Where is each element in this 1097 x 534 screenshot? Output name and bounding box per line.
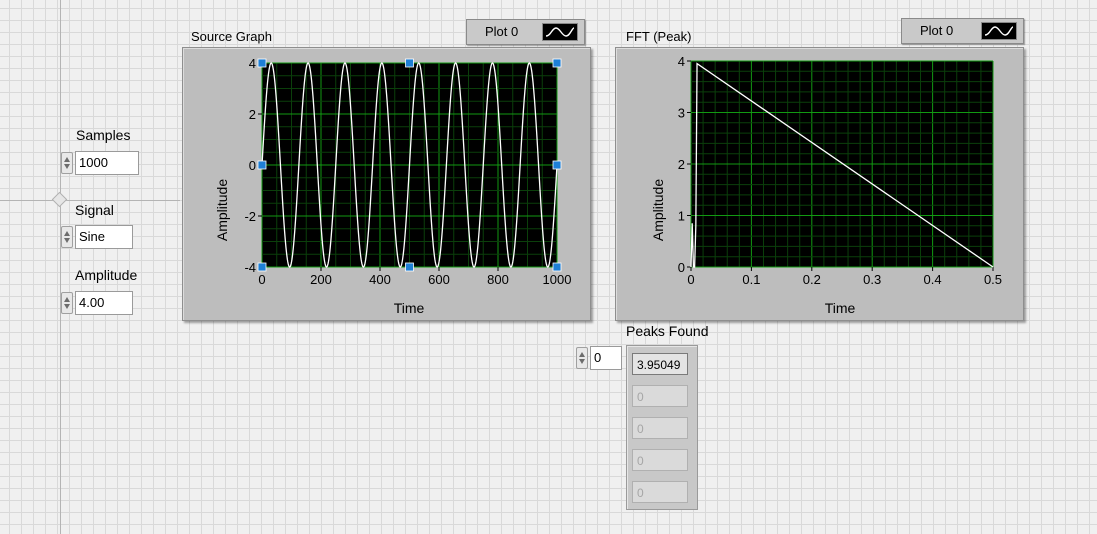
x-tick-label: 1000 [543, 272, 572, 287]
source-xlabel: Time [394, 300, 425, 316]
signal-label: Signal [75, 202, 114, 218]
fft-xlabel: Time [825, 300, 856, 316]
resize-handle[interactable] [257, 58, 267, 68]
plot-line-style-icon[interactable] [542, 23, 578, 41]
signal-select[interactable]: Sine [75, 225, 133, 249]
decrement-arrow-icon[interactable] [64, 304, 70, 309]
source-plot-legend[interactable]: Plot 0 [466, 19, 585, 45]
panel-divider-vertical [60, 0, 61, 534]
y-tick-label: 4 [249, 56, 256, 71]
fft-ylabel: Amplitude [650, 179, 666, 241]
amplitude-input[interactable]: 4.00 [75, 291, 133, 315]
signal-control[interactable]: Sine [61, 225, 133, 249]
y-tick-label: -4 [244, 260, 256, 275]
resize-handle[interactable] [257, 262, 267, 272]
increment-arrow-icon[interactable] [64, 297, 70, 302]
wire-junction [51, 191, 68, 208]
amplitude-control[interactable]: 4.00 [61, 291, 133, 315]
samples-spinner[interactable] [61, 152, 73, 174]
x-tick-label: 0.2 [803, 272, 821, 287]
y-tick-label: 0 [249, 158, 256, 173]
y-tick-label: 0 [678, 260, 685, 275]
array-element: 0 [632, 449, 688, 471]
fft-legend-label: Plot 0 [920, 23, 954, 38]
y-tick-label: 3 [678, 106, 685, 121]
signal-spinner[interactable] [61, 226, 73, 248]
array-element: 0 [632, 417, 688, 439]
x-tick-label: 600 [428, 272, 450, 287]
decrement-arrow-icon[interactable] [579, 359, 585, 364]
resize-handle[interactable] [257, 160, 267, 170]
source-graph-title: Source Graph [191, 29, 272, 44]
array-element: 0 [632, 385, 688, 407]
decrement-arrow-icon[interactable] [64, 164, 70, 169]
x-tick-label: 200 [310, 272, 332, 287]
x-tick-label: 0.1 [742, 272, 760, 287]
decrement-arrow-icon[interactable] [64, 238, 70, 243]
source-graph-plot[interactable]: Amplitude Time 0 200 400 600 800 1000 -4 -2 0 2 4 [182, 47, 589, 319]
samples-label: Samples [76, 127, 131, 143]
y-tick-label: 4 [678, 54, 685, 69]
increment-arrow-icon[interactable] [579, 352, 585, 357]
x-tick-label: 0.5 [984, 272, 1002, 287]
x-tick-label: 0.3 [863, 272, 881, 287]
x-tick-label: 0.4 [924, 272, 942, 287]
source-ylabel: Amplitude [214, 179, 230, 241]
increment-arrow-icon[interactable] [64, 231, 70, 236]
peaks-found-array: 3.95049 0 0 0 0 [626, 345, 698, 510]
y-tick-label: 2 [249, 107, 256, 122]
resize-handle[interactable] [552, 160, 562, 170]
resize-handle[interactable] [552, 262, 562, 272]
resize-handle[interactable] [405, 58, 414, 68]
y-tick-label: 2 [678, 157, 685, 172]
source-legend-label: Plot 0 [485, 24, 519, 39]
y-tick-label: -2 [244, 209, 256, 224]
array-element: 0 [632, 481, 688, 503]
samples-control[interactable]: 1000 [61, 151, 141, 175]
array-index-spinner[interactable] [576, 347, 588, 369]
amplitude-label: Amplitude [75, 267, 138, 283]
increment-arrow-icon[interactable] [64, 157, 70, 162]
x-tick-label: 400 [369, 272, 391, 287]
fft-graph-plot[interactable]: Amplitude Time 0 0.1 0.2 0.3 0.4 0.5 0 1 2 3 4 [615, 47, 1022, 319]
panel-divider-horizontal [0, 200, 180, 201]
fft-plot-legend[interactable]: Plot 0 [901, 18, 1024, 44]
resize-handle[interactable] [405, 262, 414, 272]
x-tick-label: 800 [487, 272, 509, 287]
resize-handle[interactable] [552, 58, 562, 68]
amplitude-spinner[interactable] [61, 292, 73, 314]
samples-input[interactable]: 1000 [75, 151, 139, 175]
y-tick-label: 1 [678, 209, 685, 224]
array-index-control[interactable]: 0 [576, 346, 624, 370]
x-tick-label: 0 [687, 272, 694, 287]
x-tick-label: 0 [258, 272, 265, 287]
plot-line-style-icon[interactable] [981, 22, 1017, 40]
array-element: 3.95049 [632, 353, 688, 375]
peaks-found-label: Peaks Found [626, 323, 709, 339]
fft-graph-title: FFT (Peak) [626, 29, 692, 44]
array-index-input[interactable]: 0 [590, 346, 622, 370]
